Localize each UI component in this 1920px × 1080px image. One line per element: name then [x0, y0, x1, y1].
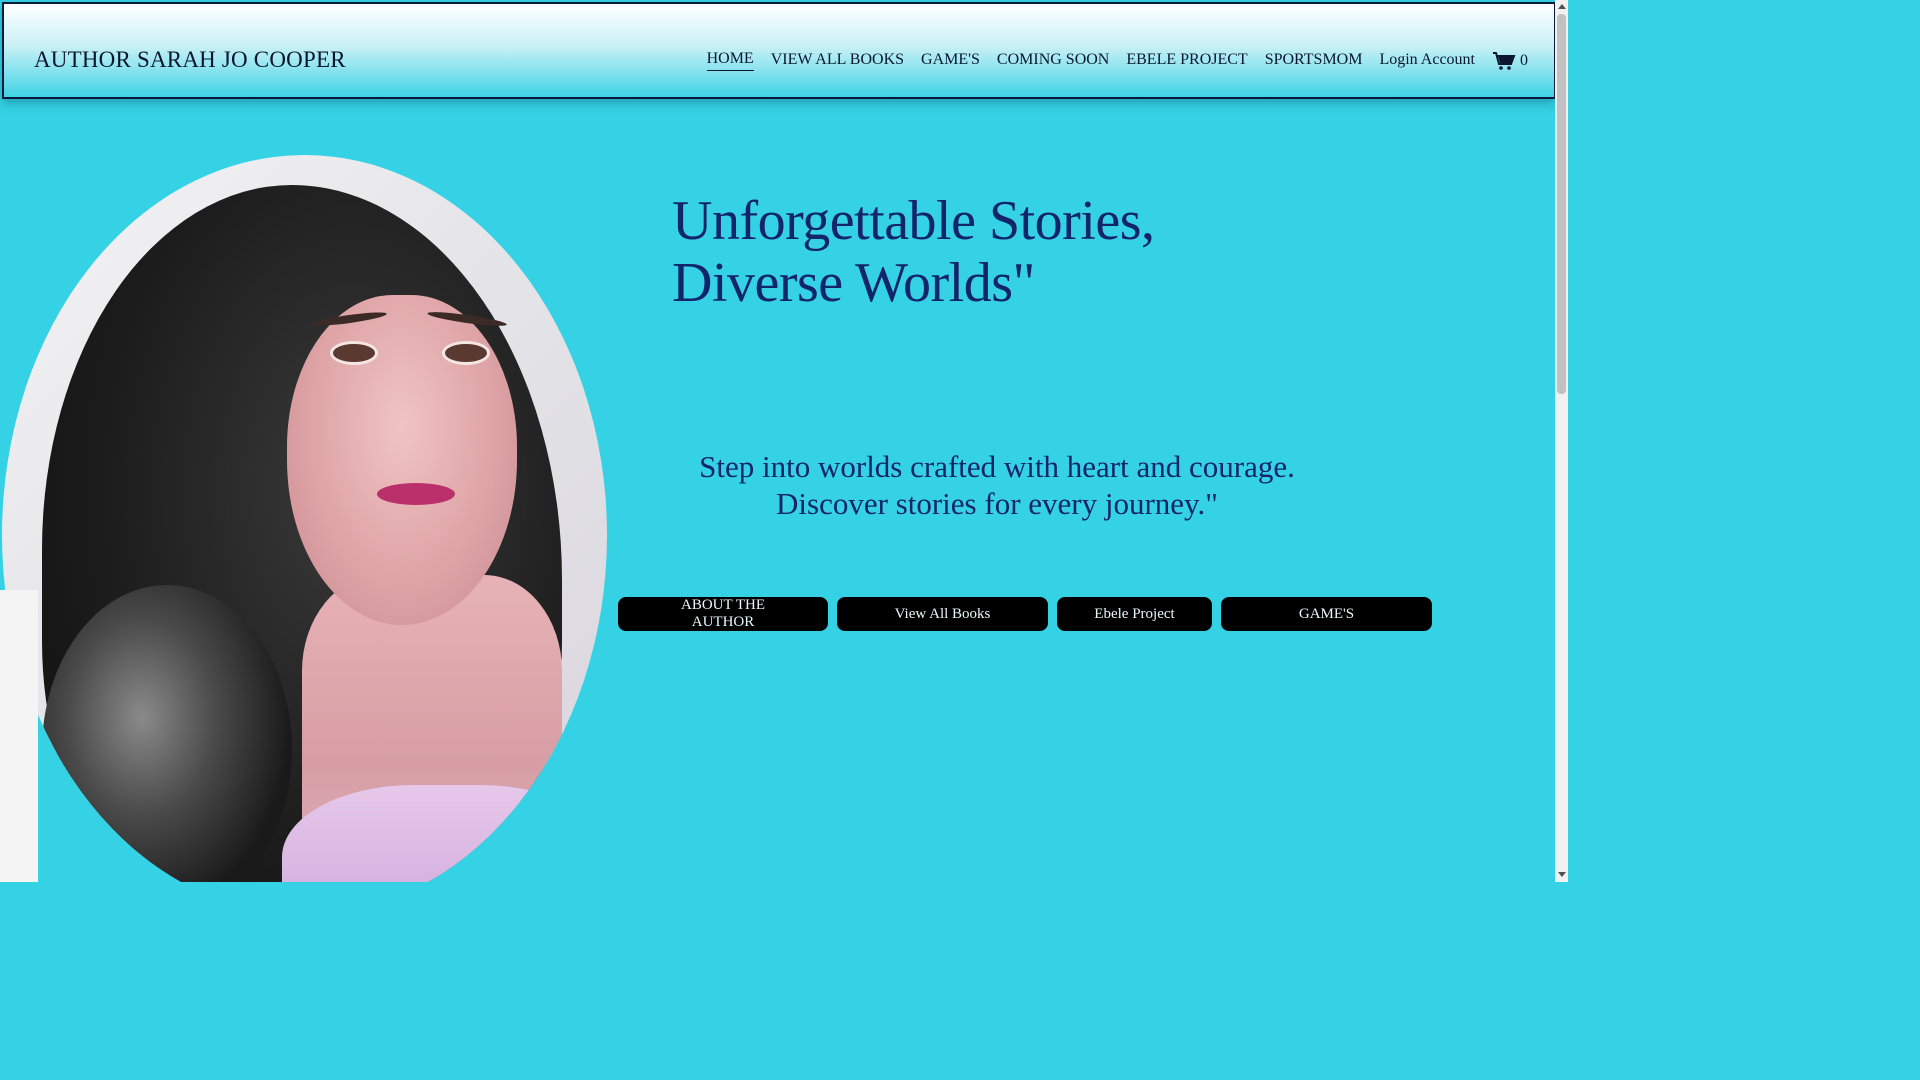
image-edge	[0, 590, 38, 882]
cart-button[interactable]: 0	[1492, 51, 1528, 71]
cart-count: 0	[1520, 51, 1528, 69]
scrollbar-thumb[interactable]	[1557, 14, 1566, 394]
scroll-up-arrow-icon[interactable]	[1558, 4, 1566, 9]
main-nav: HOME VIEW ALL BOOKS GAME'S COMING SOON E…	[690, 50, 1528, 71]
site-header: AUTHOR SARAH JO COOPER HOME VIEW ALL BOO…	[2, 2, 1555, 99]
scroll-down-arrow-icon[interactable]	[1558, 872, 1566, 877]
ebele-project-button[interactable]: Ebele Project	[1057, 597, 1212, 631]
nav-view-all-books[interactable]: VIEW ALL BOOKS	[771, 51, 904, 71]
headline-line-1: Unforgettable Stories,	[672, 190, 1155, 252]
games-button[interactable]: GAME'S	[1221, 597, 1432, 631]
nav-home[interactable]: HOME	[706, 50, 754, 71]
about-button-line-1: ABOUT THE	[680, 597, 766, 613]
site-title[interactable]: AUTHOR SARAH JO COOPER	[34, 47, 346, 73]
headline-line-2: Diverse Worlds"	[672, 252, 1035, 314]
vertical-scrollbar[interactable]	[1555, 0, 1568, 882]
nav-login-account[interactable]: Login Account	[1379, 51, 1475, 71]
nav-games[interactable]: GAME'S	[921, 51, 980, 71]
view-all-books-button[interactable]: View All Books	[837, 597, 1048, 631]
nav-coming-soon[interactable]: COMING SOON	[997, 51, 1109, 71]
about-the-author-button[interactable]: ABOUT THE AUTHOR	[618, 597, 828, 631]
subtext-line-1: Step into worlds crafted with heart and …	[699, 449, 1295, 484]
subtext-line-2: Discover stories for every journey."	[776, 486, 1218, 521]
nav-sportsmom[interactable]: SPORTSMOM	[1265, 51, 1363, 71]
about-button-line-2: AUTHOR	[691, 614, 755, 630]
nav-ebele-project[interactable]: EBELE PROJECT	[1126, 51, 1247, 71]
shopping-cart-icon	[1493, 51, 1516, 70]
hero-subtext: Step into worlds crafted with heart and …	[650, 448, 1344, 522]
author-portrait	[2, 155, 607, 882]
hero-headline: Unforgettable Stories, Diverse Worlds"	[672, 190, 1312, 314]
page: AUTHOR SARAH JO COOPER HOME VIEW ALL BOO…	[0, 0, 1555, 882]
